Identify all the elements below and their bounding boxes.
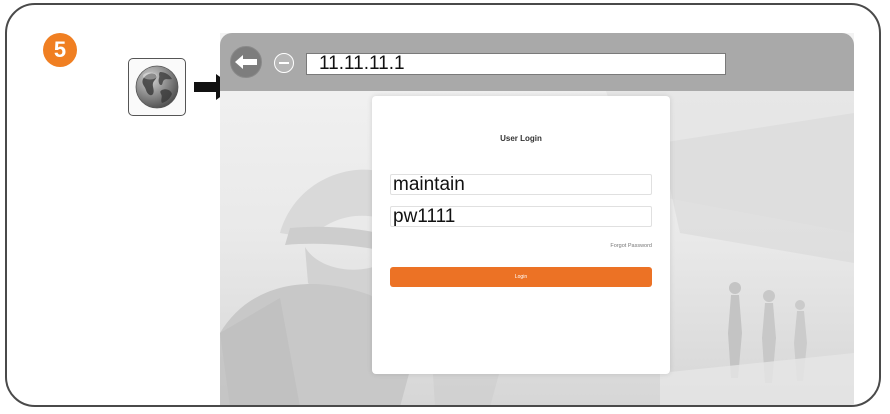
login-card: User Login Forgot Password Login xyxy=(372,96,670,374)
login-title: User Login xyxy=(500,134,542,143)
browser-window: User Login Forgot Password Login xyxy=(220,33,854,405)
login-button[interactable]: Login xyxy=(390,267,652,287)
password-field[interactable] xyxy=(390,206,652,227)
stop-button[interactable] xyxy=(274,53,294,73)
instruction-frame: 5 11.11.11.1 User Login maintain pw1111 … xyxy=(5,3,881,407)
back-button[interactable] xyxy=(230,46,262,78)
username-field[interactable] xyxy=(390,174,652,195)
address-bar xyxy=(220,33,854,91)
globe-icon xyxy=(135,65,179,109)
url-input[interactable] xyxy=(306,53,726,75)
browser-icon-box[interactable] xyxy=(128,58,186,116)
forgot-password-link[interactable]: Forgot Password xyxy=(610,243,652,249)
step-number-badge: 5 xyxy=(43,33,77,67)
minus-icon xyxy=(279,62,289,64)
arrow-left-icon xyxy=(235,55,257,69)
